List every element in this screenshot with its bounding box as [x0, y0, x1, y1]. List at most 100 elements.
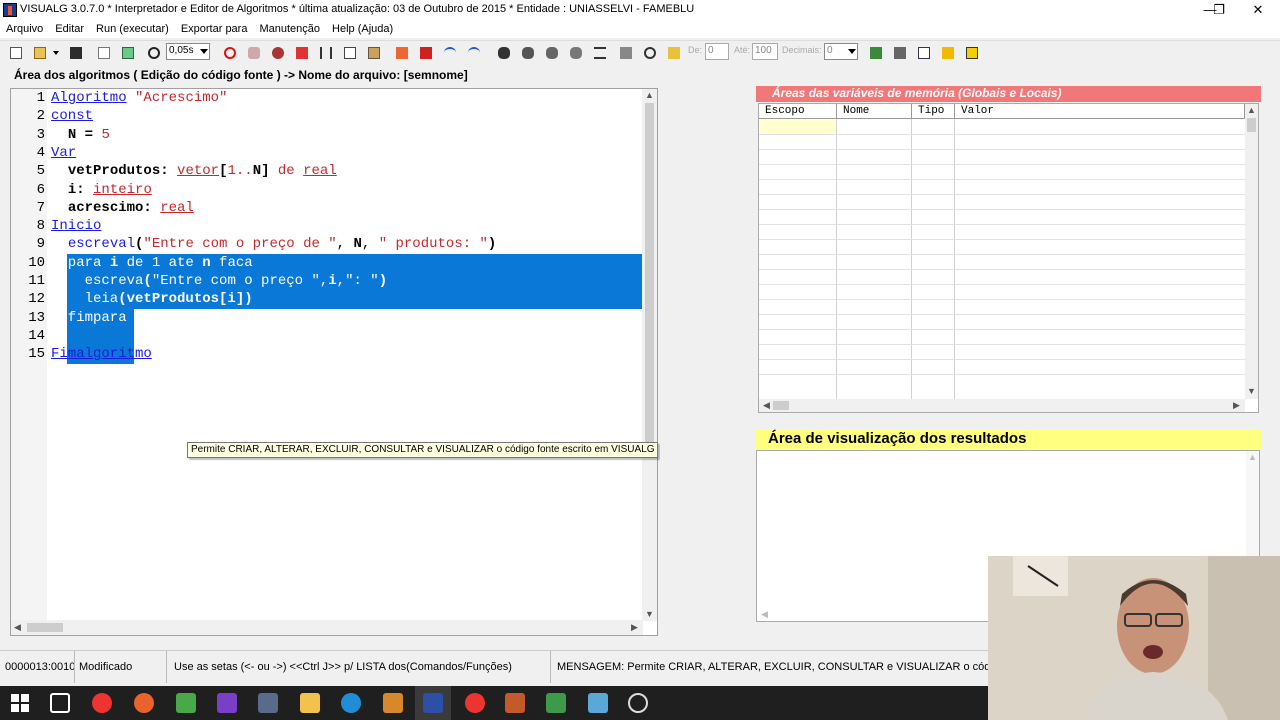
print-preview-icon[interactable]: [94, 43, 112, 61]
warning-icon[interactable]: [938, 43, 956, 61]
code-line: 13 fimpara: [28, 309, 127, 326]
maximize-button[interactable]: ❐: [1199, 0, 1239, 20]
menu-arquivo[interactable]: Arquivo: [0, 20, 49, 35]
scroll-down-icon[interactable]: ▼: [1247, 386, 1256, 396]
app-icon[interactable]: [628, 693, 648, 713]
watch-icon[interactable]: [566, 43, 584, 61]
save-icon[interactable]: [66, 43, 84, 61]
code-line: 5 vetProdutos: vetor[1..N] de real: [36, 163, 337, 180]
visualg-task-icon[interactable]: [423, 693, 443, 713]
visual-studio-icon[interactable]: [217, 693, 237, 713]
selected-cell[interactable]: [760, 120, 836, 134]
run-icon[interactable]: [292, 43, 310, 61]
windows-start-icon[interactable]: [10, 693, 30, 713]
close-button[interactable]: ✕: [1238, 0, 1278, 20]
new-file-icon[interactable]: [6, 43, 24, 61]
grid-line: [759, 149, 1245, 150]
hand-icon[interactable]: [244, 43, 262, 61]
scroll-down-icon[interactable]: ▼: [645, 609, 654, 619]
column-escopo[interactable]: Escopo: [759, 104, 837, 119]
dx-app-icon[interactable]: [92, 693, 112, 713]
de-input[interactable]: 0: [705, 43, 729, 60]
code-line: 14: [28, 327, 45, 344]
grid-line: [759, 254, 1245, 255]
grid-line: [759, 344, 1245, 345]
indent-icon[interactable]: [118, 43, 136, 61]
title-bar: VISUALG 3.0.7.0 * Interpretador e Editor…: [0, 0, 1280, 20]
scroll-right-icon[interactable]: ▶: [1233, 400, 1240, 411]
column-tipo[interactable]: Tipo: [912, 104, 955, 119]
stop-icon[interactable]: [220, 43, 238, 61]
variables-vertical-scrollbar[interactable]: ▲ ▼: [1245, 104, 1258, 399]
grid-line: [759, 329, 1245, 330]
app-icon[interactable]: [258, 693, 278, 713]
scroll-left-icon[interactable]: ◀: [761, 609, 768, 620]
app-icon[interactable]: [176, 693, 196, 713]
menu-exportar[interactable]: Exportar para: [175, 20, 254, 35]
file-explorer-icon[interactable]: [300, 693, 320, 713]
menu-editar[interactable]: Editar: [49, 20, 90, 35]
replace-icon[interactable]: [542, 43, 560, 61]
code-line: 2 const: [36, 108, 94, 125]
highlight-icon[interactable]: [664, 43, 682, 61]
copy-icon[interactable]: [340, 43, 358, 61]
menu-help[interactable]: Help (Ajuda): [326, 20, 399, 35]
variables-horizontal-scrollbar[interactable]: ◀ ▶: [759, 399, 1245, 412]
zoom-icon[interactable]: [640, 43, 658, 61]
scrollbar-thumb[interactable]: [773, 401, 789, 410]
scroll-up-icon[interactable]: ▲: [1248, 452, 1257, 462]
decimais-select[interactable]: 0: [824, 43, 858, 60]
scrollbar-thumb[interactable]: [27, 623, 63, 632]
menu-run[interactable]: Run (executar): [90, 20, 175, 35]
ate-input[interactable]: 100: [752, 43, 778, 60]
column-nome[interactable]: Nome: [837, 104, 912, 119]
code-editor[interactable]: 1 Algoritmo "Acrescimo" 2 const 3 N = 5 4V…: [10, 88, 658, 636]
window-title: VISUALG 3.0.7.0 * Interpretador e Editor…: [20, 3, 695, 15]
print-icon[interactable]: [616, 43, 634, 61]
app-icon[interactable]: [383, 693, 403, 713]
scroll-left-icon[interactable]: ◀: [14, 622, 21, 633]
editor-vertical-scrollbar[interactable]: ▲ ▼: [642, 89, 657, 621]
column-valor[interactable]: Valor: [955, 104, 1245, 119]
app-icon[interactable]: [465, 693, 485, 713]
grid-line: [759, 134, 1245, 135]
redo-icon[interactable]: [464, 43, 482, 61]
variables-table[interactable]: Escopo Nome Tipo Valor ▲ ▼ ◀ ▶: [758, 103, 1259, 413]
cut-icon[interactable]: [316, 43, 334, 61]
app-icon[interactable]: [505, 693, 525, 713]
table-icon[interactable]: [914, 43, 932, 61]
app-icon[interactable]: [546, 693, 566, 713]
grid-line: [759, 269, 1245, 270]
open-dropdown-icon[interactable]: [50, 43, 62, 61]
scroll-up-icon[interactable]: ▲: [1247, 105, 1256, 115]
export-icon[interactable]: [392, 43, 410, 61]
format-code-icon[interactable]: [590, 43, 608, 61]
scroll-up-icon[interactable]: ▲: [645, 90, 654, 100]
grid-line: [911, 119, 912, 399]
editor-horizontal-scrollbar[interactable]: ◀ ▶: [11, 620, 643, 635]
paste-icon[interactable]: [364, 43, 382, 61]
grid-line: [759, 209, 1245, 210]
help-icon[interactable]: [962, 43, 980, 61]
find-icon[interactable]: [494, 43, 512, 61]
app-icon[interactable]: [134, 693, 154, 713]
calculator-icon[interactable]: [890, 43, 908, 61]
menu-manutencao[interactable]: Manutenção: [253, 20, 326, 35]
scrollbar-thumb[interactable]: [645, 103, 654, 447]
find-next-icon[interactable]: [518, 43, 536, 61]
dos-icon[interactable]: [866, 43, 884, 61]
timer-icon[interactable]: [144, 43, 162, 61]
function-icon[interactable]: [416, 43, 434, 61]
scroll-left-icon[interactable]: ◀: [763, 400, 770, 411]
breakpoint-icon[interactable]: [268, 43, 286, 61]
app-icon[interactable]: [588, 693, 608, 713]
code-line: 3 N = 5: [36, 126, 110, 143]
scroll-right-icon[interactable]: ▶: [631, 622, 638, 633]
scrollbar-thumb[interactable]: [1247, 118, 1256, 132]
speed-select[interactable]: 0,05s: [166, 43, 210, 60]
open-folder-icon[interactable]: [30, 43, 48, 61]
undo-icon[interactable]: [440, 43, 458, 61]
results-header: Área de visualização dos resultados: [755, 429, 1261, 449]
edge-browser-icon[interactable]: [341, 693, 361, 713]
task-view-icon[interactable]: [50, 693, 70, 713]
